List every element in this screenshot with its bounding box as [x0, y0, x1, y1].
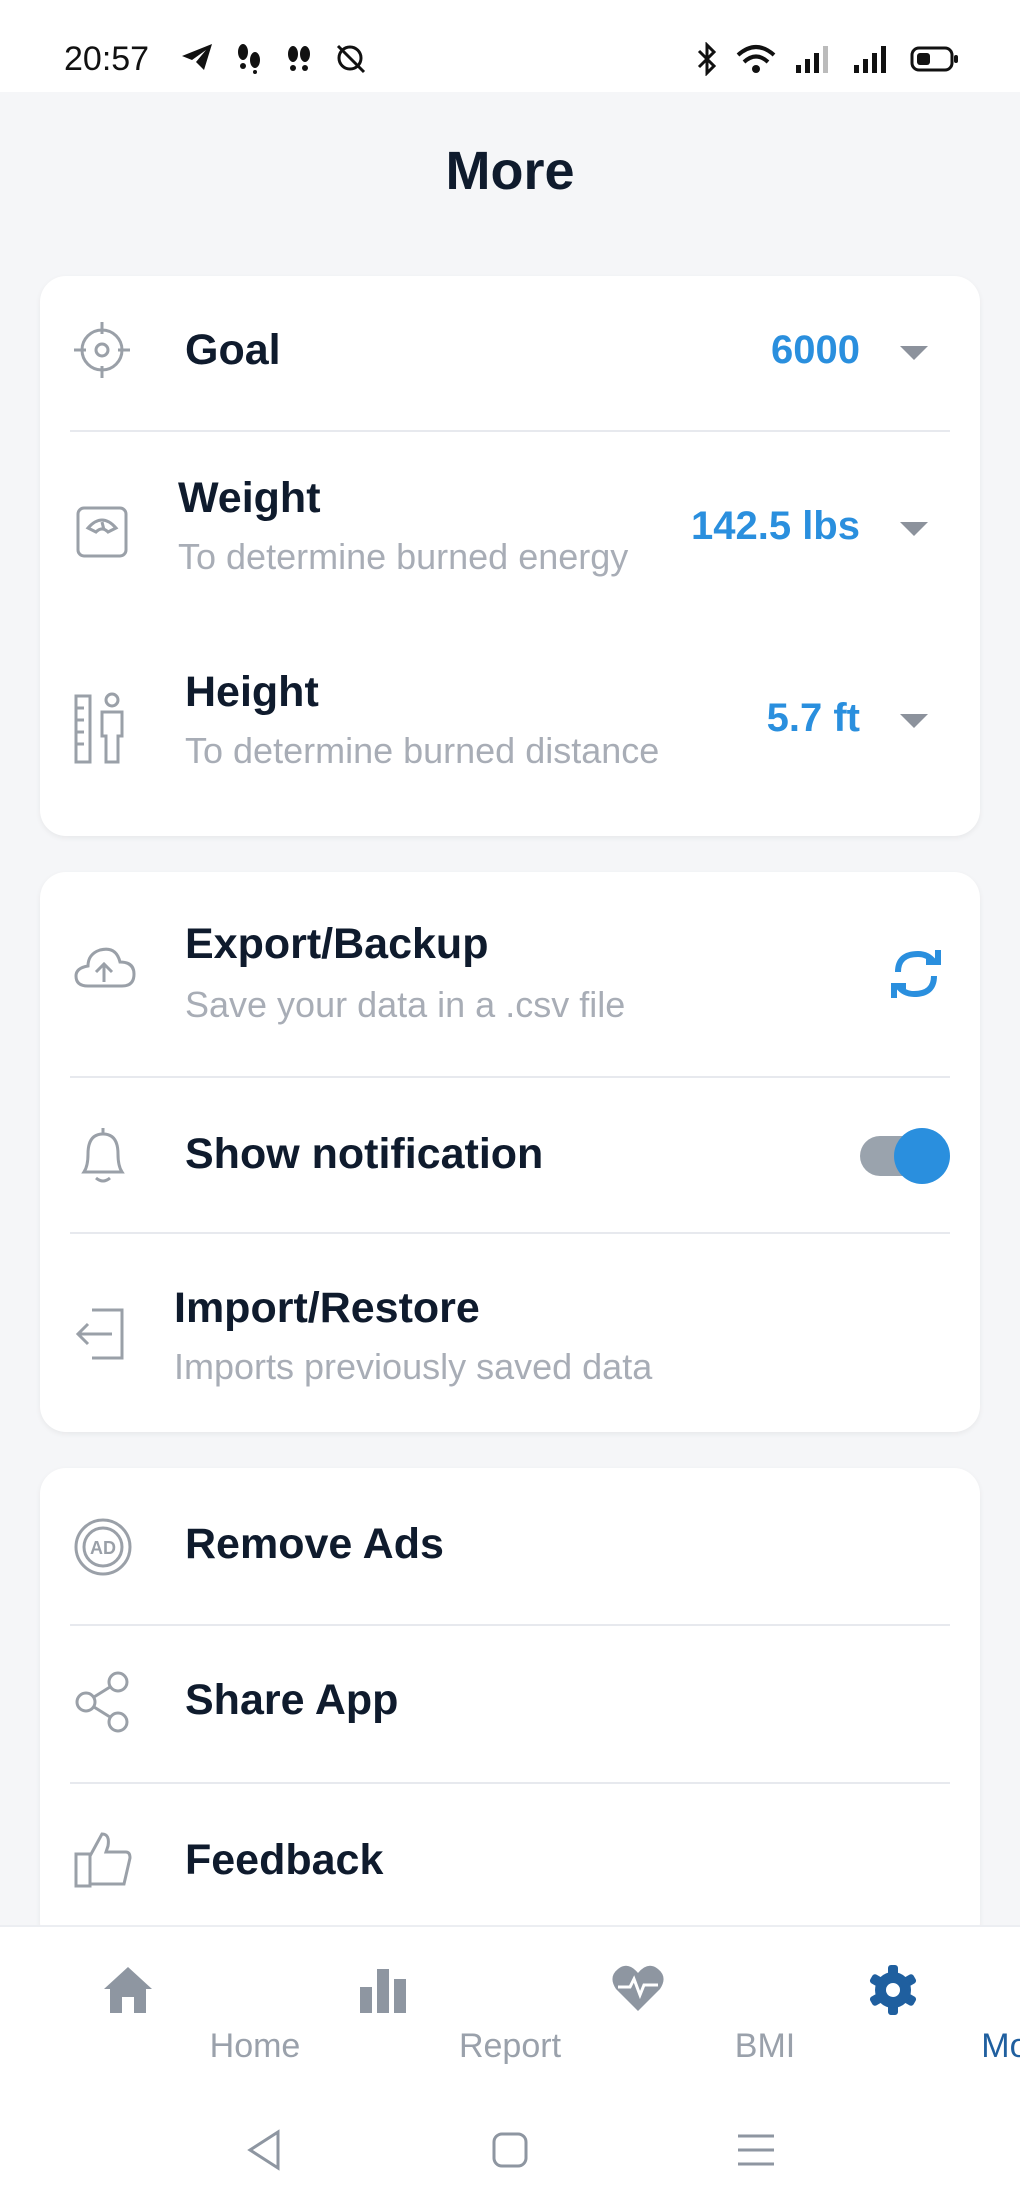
back-icon[interactable] — [244, 2128, 284, 2172]
share-row[interactable]: Share App — [40, 1626, 980, 1782]
weight-title: Weight — [178, 474, 321, 522]
status-time: 20:57 — [64, 40, 150, 78]
bar-chart-icon — [359, 1969, 406, 2013]
import-row[interactable]: Import/Restore Imports previously saved … — [40, 1234, 980, 1432]
chevron-down-icon[interactable] — [900, 714, 928, 728]
chevron-down-icon[interactable] — [900, 522, 928, 536]
target-icon — [74, 322, 130, 378]
import-icon — [75, 1308, 124, 1360]
recents-menu-icon[interactable] — [736, 2132, 776, 2168]
export-subtitle: Save your data in a .csv file — [185, 984, 626, 1025]
battery-icon — [910, 46, 958, 72]
sync-icon[interactable] — [888, 944, 944, 1004]
height-row[interactable]: Height To determine burned distance 5.7 … — [40, 640, 980, 836]
nav-more[interactable]: More — [765, 1927, 1020, 2102]
bell-icon — [81, 1128, 125, 1183]
height-value[interactable]: 5.7 ft — [767, 696, 860, 741]
remove-ads-row[interactable]: AD Remove Ads — [40, 1468, 980, 1624]
notification-title: Show notification — [185, 1130, 544, 1178]
telegram-icon — [182, 44, 212, 70]
home-icon — [103, 1967, 152, 2013]
feedback-title: Feedback — [185, 1836, 384, 1884]
gear-icon — [869, 1965, 916, 2015]
export-row[interactable]: Export/Backup Save your data in a .csv f… — [40, 872, 980, 1076]
weight-subtitle: To determine burned energy — [178, 536, 629, 577]
page-title: More — [445, 141, 575, 201]
goal-row[interactable]: Goal 6000 — [40, 276, 980, 430]
remove-ads-title: Remove Ads — [185, 1520, 444, 1568]
system-nav-bar — [0, 2100, 1020, 2209]
weight-value[interactable]: 142.5 lbs — [691, 504, 860, 549]
feedback-row[interactable]: Feedback — [40, 1784, 980, 1948]
import-title: Import/Restore — [174, 1284, 480, 1332]
status-bar: 20:57 — [0, 0, 1020, 92]
nav-report[interactable]: Report — [255, 1927, 561, 2102]
notification-row[interactable]: Show notification — [40, 1078, 980, 1232]
weight-row[interactable]: Weight To determine burned energy 142.5 … — [40, 432, 980, 638]
signal-icon — [796, 46, 828, 73]
goal-title: Goal — [185, 326, 281, 374]
no-ads-icon: AD — [74, 1518, 132, 1576]
bottom-nav: Home Report BMI More — [0, 1925, 1020, 2102]
height-subtitle: To determine burned distance — [185, 730, 660, 771]
status-right-icons — [696, 42, 960, 76]
nav-home[interactable]: Home — [0, 1927, 300, 2102]
toggle-knob — [894, 1128, 950, 1184]
wifi-icon — [736, 45, 776, 73]
notification-toggle[interactable] — [860, 1128, 950, 1184]
nav-bmi[interactable]: BMI — [510, 1927, 795, 2102]
cloud-upload-icon — [74, 947, 136, 988]
svg-text:AD: AD — [90, 1538, 116, 1558]
footsteps-icon — [238, 44, 260, 74]
home-button-icon[interactable] — [490, 2130, 530, 2170]
scale-icon — [76, 506, 128, 558]
data-card: Export/Backup Save your data in a .csv f… — [40, 872, 980, 1432]
goal-value[interactable]: 6000 — [771, 328, 860, 373]
nav-more-label: More — [981, 2027, 1020, 2065]
heart-pulse-icon — [611, 1965, 664, 2011]
thumbs-up-icon — [74, 1832, 132, 1888]
chevron-down-icon[interactable] — [900, 346, 928, 360]
export-title: Export/Backup — [185, 920, 489, 968]
height-icon — [74, 692, 124, 764]
footsteps-icon — [288, 46, 310, 71]
settings-card: Goal 6000 Weight To determine burned ene… — [40, 276, 980, 836]
height-title: Height — [185, 668, 319, 716]
bluetooth-icon — [697, 42, 717, 76]
misc-card: AD Remove Ads Share App Feedback — [40, 1468, 980, 1948]
no-alarm-icon — [336, 44, 366, 74]
signal-icon — [854, 46, 886, 73]
status-left-icons — [180, 42, 368, 74]
import-subtitle: Imports previously saved data — [174, 1346, 653, 1387]
share-icon — [75, 1671, 129, 1733]
share-title: Share App — [185, 1676, 399, 1724]
